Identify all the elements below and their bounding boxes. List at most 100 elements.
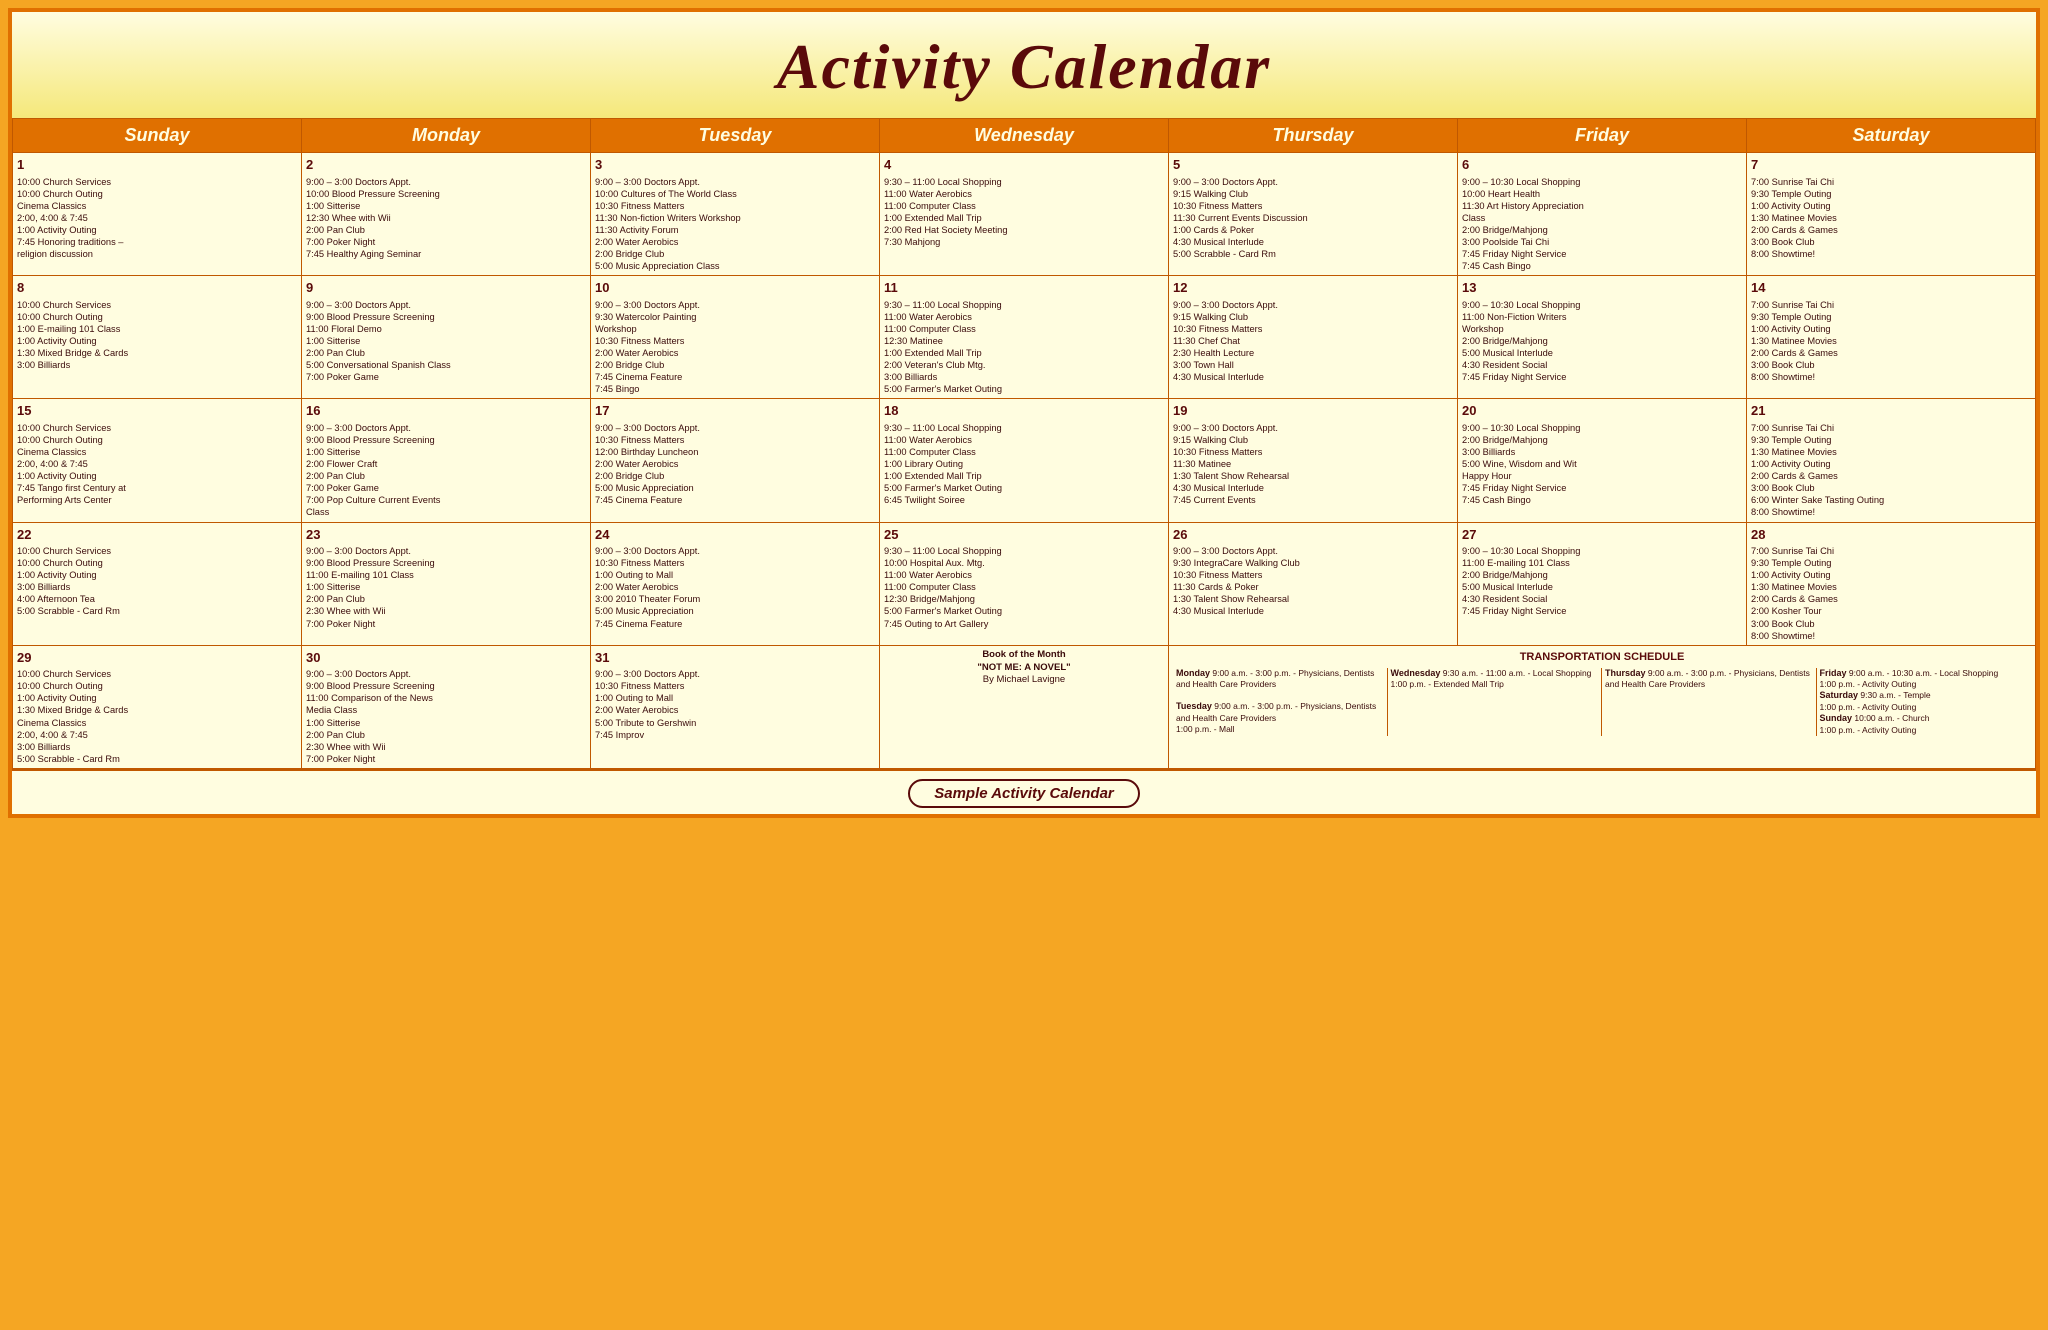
event-line: Workshop — [1462, 323, 1742, 335]
event-line: 7:45 Friday Night Service — [1462, 605, 1742, 617]
event-line: 9:00 – 3:00 Doctors Appt. — [306, 176, 586, 188]
event-line: 9:00 – 10:30 Local Shopping — [1462, 422, 1742, 434]
event-line: 7:45 Cinema Feature — [595, 618, 875, 630]
event-line: 2:00 Pan Club — [306, 224, 586, 236]
day-number: 6 — [1462, 156, 1469, 174]
calendar-cell: 129:00 – 3:00 Doctors Appt.9:15 Walking … — [1169, 276, 1458, 399]
event-line: 9:00 – 3:00 Doctors Appt. — [306, 299, 586, 311]
event-line: 2:00 Pan Club — [306, 470, 586, 482]
event-line: 10:00 Blood Pressure Screening — [306, 188, 586, 200]
event-line: 11:00 Water Aerobics — [884, 311, 1164, 323]
day-number: 13 — [1462, 279, 1476, 297]
event-line: 10:00 Church Outing — [17, 188, 297, 200]
event-line: 1:00 Sitterise — [306, 717, 586, 729]
event-line: 8:00 Showtime! — [1751, 371, 2031, 383]
event-line: 6:00 Winter Sake Tasting Outing — [1751, 494, 2031, 506]
col-sunday: Sunday — [13, 119, 302, 153]
calendar-cell: 249:00 – 3:00 Doctors Appt.10:30 Fitness… — [591, 522, 880, 645]
event-line: 12:00 Birthday Luncheon — [595, 446, 875, 458]
event-line: 1:00 Activity Outing — [1751, 323, 2031, 335]
event-line: 7:45 Cinema Feature — [595, 494, 875, 506]
event-line: 7:00 Poker Night — [306, 753, 586, 765]
event-line: 5:00 Scrabble - Card Rm — [1173, 248, 1453, 260]
calendar-cell: 49:30 – 11:00 Local Shopping11:00 Water … — [880, 153, 1169, 276]
event-line: 7:45 Friday Night Service — [1462, 482, 1742, 494]
day-number: 10 — [595, 279, 609, 297]
event-line: 11:00 Computer Class — [884, 323, 1164, 335]
event-line: 5:00 Farmer's Market Outing — [884, 482, 1164, 494]
event-line: 10:00 Church Outing — [17, 311, 297, 323]
event-line: 11:00 Water Aerobics — [884, 188, 1164, 200]
event-line: Performing Arts Center — [17, 494, 297, 506]
event-line: 2:00 Pan Club — [306, 729, 586, 741]
event-line: 2:00 Water Aerobics — [595, 236, 875, 248]
event-line: 11:00 Floral Demo — [306, 323, 586, 335]
event-line: 7:45 Honoring traditions – — [17, 236, 297, 248]
event-line: 10:30 Fitness Matters — [1173, 200, 1453, 212]
event-line: 9:00 Blood Pressure Screening — [306, 434, 586, 446]
event-line: 2:30 Health Lecture — [1173, 347, 1453, 359]
event-line: 2:00 Cards & Games — [1751, 224, 2031, 236]
event-line: 2:00, 4:00 & 7:45 — [17, 458, 297, 470]
event-line: 2:00, 4:00 & 7:45 — [17, 212, 297, 224]
calendar-container: Activity Calendar Sunday Monday Tuesday … — [8, 8, 2040, 818]
event-line: 6:45 Twilight Soiree — [884, 494, 1164, 506]
event-line: 10:30 Fitness Matters — [595, 434, 875, 446]
day-number: 23 — [306, 526, 320, 544]
event-line: 2:00 Pan Club — [306, 593, 586, 605]
col-thursday: Thursday — [1169, 119, 1458, 153]
event-line: 1:30 Talent Show Rehearsal — [1173, 593, 1453, 605]
event-line: 7:30 Mahjong — [884, 236, 1164, 248]
event-line: 1:00 Activity Outing — [1751, 458, 2031, 470]
event-line: Happy Hour — [1462, 470, 1742, 482]
event-line: 11:00 Non-Fiction Writers — [1462, 311, 1742, 323]
event-line: 11:30 Art History Appreciation — [1462, 200, 1742, 212]
event-line: 4:30 Musical Interlude — [1173, 236, 1453, 248]
event-line: 1:00 E-mailing 101 Class — [17, 323, 297, 335]
event-line: 3:00 Book Club — [1751, 236, 2031, 248]
event-line: 9:00 – 3:00 Doctors Appt. — [595, 299, 875, 311]
event-line: 10:00 Church Services — [17, 668, 297, 680]
event-line: 9:00 – 10:30 Local Shopping — [1462, 299, 1742, 311]
event-line: 7:45 Improv — [595, 729, 875, 741]
event-line: 9:00 Blood Pressure Screening — [306, 311, 586, 323]
event-line: 7:00 Poker Night — [306, 618, 586, 630]
day-number: 17 — [595, 402, 609, 420]
event-line: 2:00 Water Aerobics — [595, 704, 875, 716]
event-line: 2:00 Bridge/Mahjong — [1462, 434, 1742, 446]
event-line: 9:00 – 3:00 Doctors Appt. — [595, 176, 875, 188]
event-line: 11:00 E-mailing 101 Class — [1462, 557, 1742, 569]
week-row-2: 810:00 Church Services10:00 Church Outin… — [13, 276, 2036, 399]
event-line: 2:00 Water Aerobics — [595, 458, 875, 470]
day-number: 30 — [306, 649, 320, 667]
col-tuesday: Tuesday — [591, 119, 880, 153]
event-line: 5:00 Scrabble - Card Rm — [17, 605, 297, 617]
event-line: 10:30 Fitness Matters — [595, 335, 875, 347]
event-line: 3:00 Billiards — [17, 741, 297, 753]
event-line: 5:00 Music Appreciation Class — [595, 260, 875, 272]
event-line: 5:00 Musical Interlude — [1462, 581, 1742, 593]
calendar-cell: 29:00 – 3:00 Doctors Appt.10:00 Blood Pr… — [302, 153, 591, 276]
event-line: 1:00 Sitterise — [306, 446, 586, 458]
calendar-body: 110:00 Church Services10:00 Church Outin… — [13, 153, 2036, 769]
calendar-cell: 189:30 – 11:00 Local Shopping11:00 Water… — [880, 399, 1169, 522]
event-line: 5:00 Wine, Wisdom and Wit — [1462, 458, 1742, 470]
event-line: 9:30 – 11:00 Local Shopping — [884, 422, 1164, 434]
calendar-cell: 39:00 – 3:00 Doctors Appt.10:00 Cultures… — [591, 153, 880, 276]
calendar-cell: 2210:00 Church Services10:00 Church Outi… — [13, 522, 302, 645]
day-number: 21 — [1751, 402, 1765, 420]
transport-col-fri-sat-sun: Friday 9:00 a.m. - 10:30 a.m. - Local Sh… — [1817, 668, 2032, 736]
day-number: 9 — [306, 279, 313, 297]
day-number: 8 — [17, 279, 24, 297]
event-line: 2:00 Bridge Club — [595, 248, 875, 260]
event-line: 1:30 Mixed Bridge & Cards — [17, 704, 297, 716]
calendar-cell: 59:00 – 3:00 Doctors Appt.9:15 Walking C… — [1169, 153, 1458, 276]
calendar-cell: 319:00 – 3:00 Doctors Appt.10:30 Fitness… — [591, 645, 880, 768]
event-line: 9:00 – 3:00 Doctors Appt. — [1173, 422, 1453, 434]
event-line: 10:00 Church Services — [17, 545, 297, 557]
header-row: Sunday Monday Tuesday Wednesday Thursday… — [13, 119, 2036, 153]
calendar-cell: 287:00 Sunrise Tai Chi9:30 Temple Outing… — [1747, 522, 2036, 645]
day-number: 4 — [884, 156, 891, 174]
book-title: Book of the Month — [884, 649, 1164, 662]
event-line: 5:00 Music Appreciation — [595, 482, 875, 494]
